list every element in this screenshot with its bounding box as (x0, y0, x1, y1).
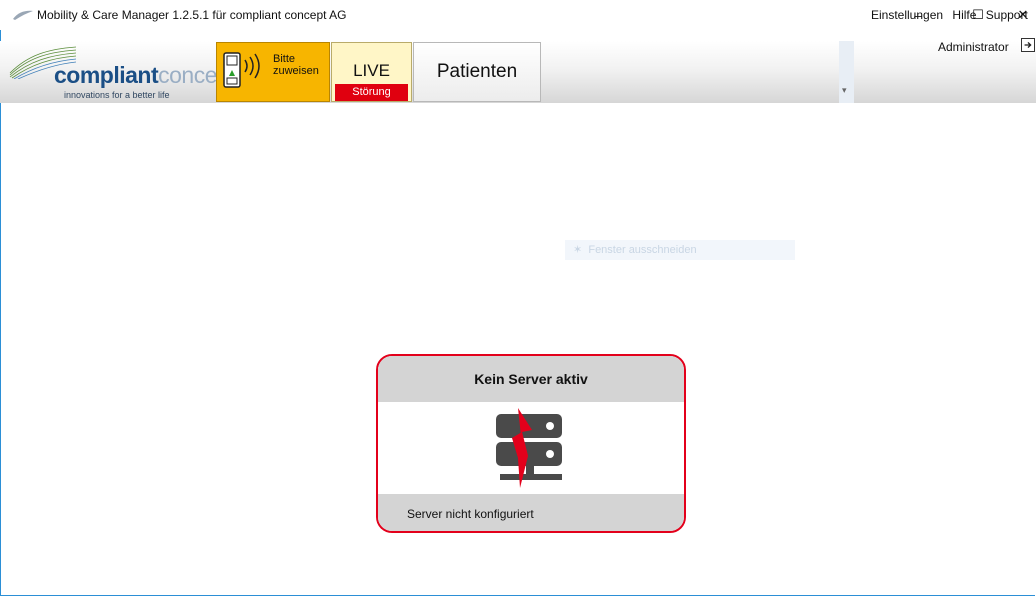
app-feather-icon (13, 10, 33, 20)
assign-label-line2: zuweisen (273, 65, 319, 77)
current-user: Administrator (938, 40, 1009, 54)
toolbar-scroll-strip[interactable]: ▾ (839, 41, 854, 103)
window-title: Mobility & Care Manager 1.2.5.1 für comp… (37, 8, 347, 22)
patients-button[interactable]: Patienten (413, 42, 541, 102)
chevron-down-icon[interactable]: ▾ (842, 85, 847, 96)
main-toolbar: compliantconcept innovations for a bette… (0, 41, 1036, 103)
sensor-signal-icon (223, 52, 260, 88)
server-error-icon (496, 408, 562, 488)
server-status-title: Kein Server aktiv (378, 356, 684, 402)
server-status-message: Server nicht konfiguriert (378, 494, 684, 531)
logout-icon[interactable] (1021, 38, 1035, 52)
snip-icon: ✶ (573, 244, 583, 256)
top-menu: Einstellungen Hilfe Support (871, 8, 1034, 22)
live-label: LIVE (353, 61, 390, 80)
server-status-card: Kein Server aktiv Server nicht konfiguri… (376, 354, 686, 533)
logo-tagline: innovations for a better life (64, 90, 170, 100)
snip-window-popup: ✶ Fenster ausschneiden (565, 240, 795, 260)
live-button[interactable]: LIVE Störung (331, 42, 412, 102)
menu-item-settings[interactable]: Einstellungen (871, 8, 943, 22)
assign-label-line1: Bitte (273, 53, 296, 65)
menu-item-help[interactable]: Hilfe (952, 8, 976, 22)
menu-item-support[interactable]: Support (986, 8, 1028, 22)
logo-word-bold: compliant (54, 62, 159, 88)
snip-label: Fenster ausschneiden (588, 244, 697, 256)
live-status-badge: Störung (335, 84, 408, 101)
assign-button[interactable]: Bitte zuweisen (216, 42, 330, 102)
logo-wordmark: compliantconcept (54, 62, 236, 89)
company-logo: compliantconcept innovations for a bette… (8, 41, 236, 103)
assign-label: Bitte zuweisen (273, 53, 319, 77)
